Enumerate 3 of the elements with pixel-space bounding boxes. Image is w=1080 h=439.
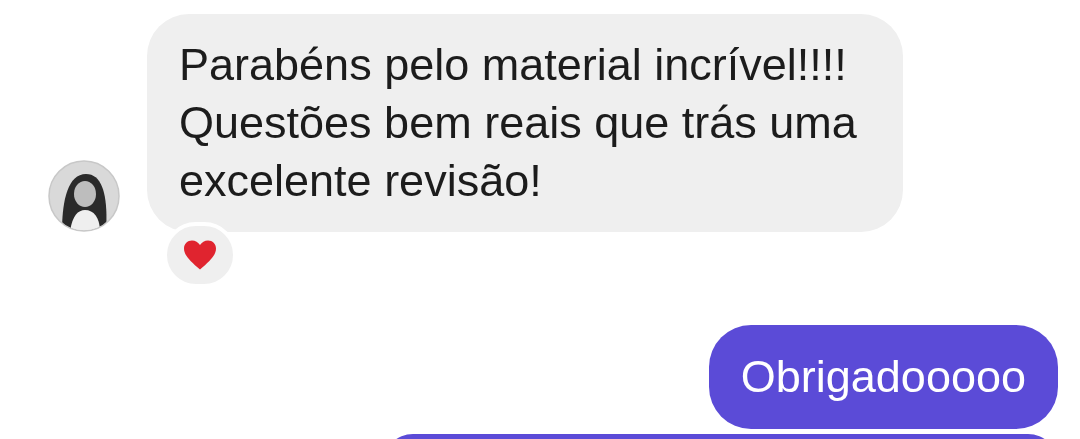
heart-icon: [182, 239, 218, 271]
message-bubble: Parabéns pelo material incrível!!!! Questões bem reais que trás uma excelente revisão!: [147, 14, 903, 232]
message-bubble: Obrigadooooo: [708, 325, 1058, 429]
